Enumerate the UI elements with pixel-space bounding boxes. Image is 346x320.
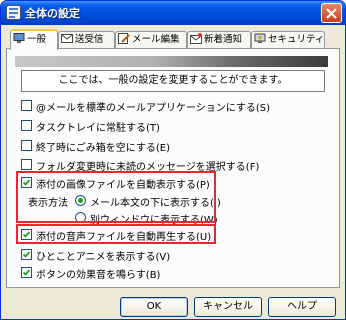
mail-edit-icon: [118, 33, 130, 44]
help-button[interactable]: ヘルプ: [268, 297, 336, 317]
checkbox-select-unread[interactable]: [21, 159, 32, 170]
close-button[interactable]: [321, 3, 342, 23]
window-title: 全体の設定: [25, 7, 80, 20]
checkbox-button-sound[interactable]: [21, 267, 32, 278]
option-label: ボタンの効果音を鳴らす(B): [36, 270, 161, 281]
close-icon: [326, 8, 337, 19]
tab-general[interactable]: 一般: [10, 29, 58, 50]
tab-strip: 一般 送受信 メール編集 新着通知 セキュリティ: [6, 29, 340, 50]
check-icon: [22, 251, 31, 258]
title-bar[interactable]: 全体の設定: [1, 1, 345, 25]
option-label: ひとことアニメを表示する(V): [36, 252, 171, 263]
option-label: 終了時にごみ箱を空にする(E): [36, 143, 171, 154]
checkbox-tasktray[interactable]: [21, 120, 32, 131]
cancel-button[interactable]: キャンセル: [194, 297, 262, 317]
checkbox-empty-trash[interactable]: [21, 140, 32, 151]
tab-mail-edit[interactable]: メール編集: [115, 31, 187, 48]
send-receive-icon: [61, 34, 73, 43]
tab-new-mail-notify[interactable]: 新着通知: [187, 31, 251, 48]
computer-icon: [13, 33, 25, 43]
option-label: @メールを標準のメールアプリケーションにする(S): [36, 103, 271, 114]
new-mail-notify-icon: [190, 33, 202, 44]
info-text: ここでは、一般の設定を変更することができます。: [21, 70, 325, 92]
check-icon: [22, 269, 31, 276]
header-banner: [15, 56, 328, 67]
ok-button[interactable]: OK: [120, 297, 188, 317]
highlight-box-audio: [16, 224, 216, 244]
settings-dialog: 全体の設定 一般 送受信 メール編集 新着通知 セキュリティ ここでは、一般の設…: [0, 0, 346, 320]
tab-security[interactable]: セキュリティ: [251, 31, 325, 48]
tab-send-receive[interactable]: 送受信: [58, 31, 115, 48]
checkbox-default-mail-app[interactable]: [21, 100, 32, 111]
option-label: タスクトレイに常駐する(T): [36, 123, 160, 134]
security-icon: [254, 33, 266, 43]
settings-icon: [6, 5, 21, 20]
checkbox-show-animation[interactable]: [21, 249, 32, 260]
highlight-box-images: [16, 171, 216, 223]
